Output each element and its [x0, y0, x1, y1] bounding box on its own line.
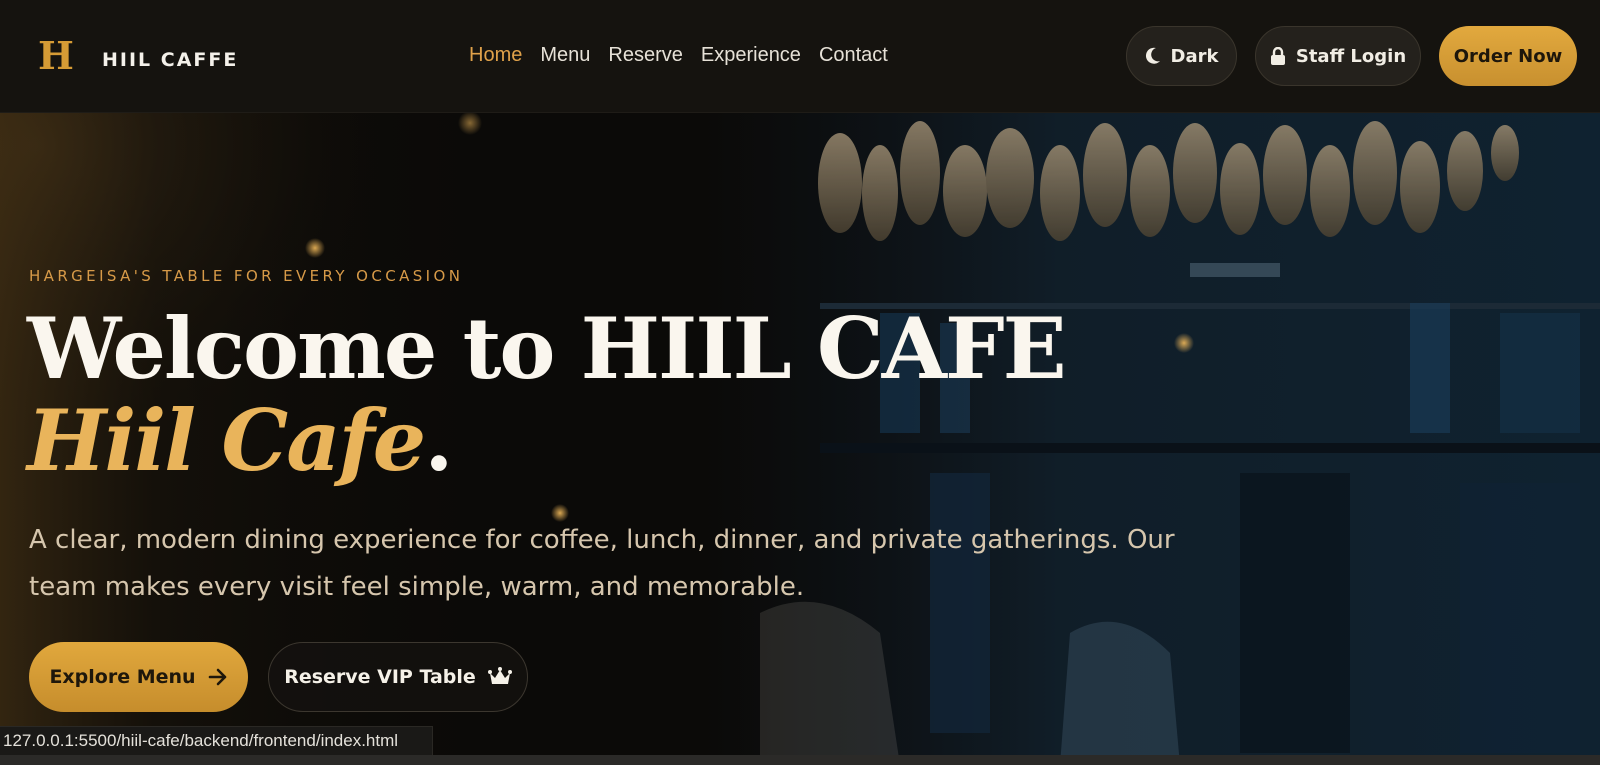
- main-nav: Home Menu Reserve Experience Contact: [469, 42, 888, 68]
- hero-eyebrow: HARGEISA'S TABLE FOR EVERY OCCASION: [29, 267, 464, 285]
- staff-login-button[interactable]: Staff Login: [1255, 26, 1421, 86]
- explore-menu-button[interactable]: Explore Menu: [29, 642, 248, 712]
- headline-period: .: [424, 391, 453, 490]
- hero-headline: Welcome to HIIL CAFE Hiil Cafe.: [27, 303, 1067, 490]
- staff-login-label: Staff Login: [1295, 45, 1407, 67]
- theme-toggle-label: Dark: [1170, 45, 1219, 67]
- reserve-vip-label: Reserve VIP Table: [284, 666, 476, 688]
- brand-logo[interactable]: H HIIL CAFFE: [38, 36, 238, 76]
- hero-description: A clear, modern dining experience for co…: [29, 525, 1175, 602]
- reserve-vip-button[interactable]: Reserve VIP Table: [268, 642, 528, 712]
- theme-toggle-button[interactable]: Dark: [1126, 26, 1237, 86]
- crown-icon: [487, 667, 512, 687]
- arrow-right-icon: [208, 668, 228, 686]
- nav-home[interactable]: Home: [469, 42, 522, 68]
- order-now-label: Order Now: [1453, 45, 1563, 67]
- browser-status-url: 127.0.0.1:5500/hiil-cafe/backend/fronten…: [0, 726, 433, 755]
- site-header: H HIIL CAFFE Home Menu Reserve Experienc…: [0, 0, 1600, 113]
- hero-section: HARGEISA'S TABLE FOR EVERY OCCASION Welc…: [0, 113, 1600, 765]
- moon-icon: [1145, 47, 1161, 65]
- headline-line1: Welcome to HIIL CAFE: [27, 299, 1067, 398]
- brand-name: HIIL CAFFE: [102, 49, 239, 71]
- lock-icon: [1270, 46, 1286, 66]
- nav-menu[interactable]: Menu: [540, 42, 590, 68]
- headline-accent: Hiil Cafe: [27, 391, 426, 490]
- nav-contact[interactable]: Contact: [819, 42, 888, 68]
- brand-mark: H: [38, 33, 74, 78]
- nav-reserve[interactable]: Reserve: [608, 42, 682, 68]
- nav-experience[interactable]: Experience: [701, 42, 801, 68]
- explore-menu-label: Explore Menu: [49, 666, 196, 688]
- order-now-button[interactable]: Order Now: [1439, 26, 1577, 86]
- bottom-edge: [0, 755, 1600, 765]
